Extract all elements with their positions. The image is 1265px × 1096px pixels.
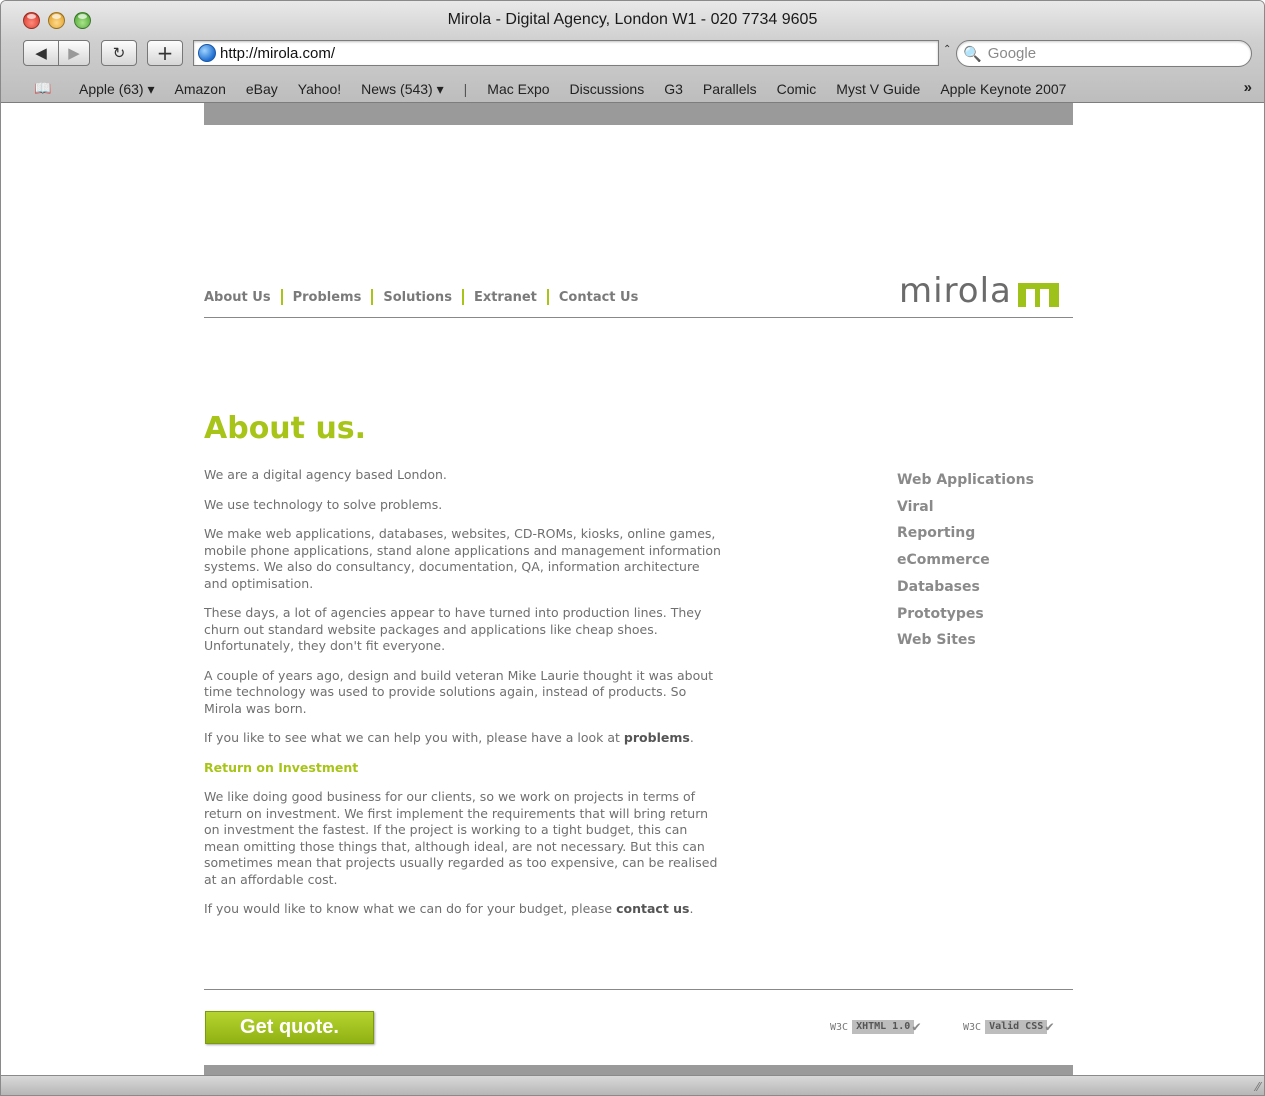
bookmark-item[interactable]: Yahoo!: [298, 81, 341, 98]
globe-icon: [198, 44, 216, 62]
title-bar: Mirola - Digital Agency, London W1 - 020…: [1, 1, 1264, 37]
services-item-web-applications[interactable]: Web Applications: [897, 467, 1034, 494]
web-page: About Us Problems Solutions Extranet Con…: [13, 103, 1264, 1075]
footer-divider: [204, 989, 1073, 990]
search-field[interactable]: 🔍 Google: [956, 40, 1252, 67]
services-item-prototypes[interactable]: Prototypes: [897, 601, 1034, 628]
problems-paragraph: If you like to see what we can help you …: [204, 730, 724, 747]
page-top-bar: [204, 103, 1073, 125]
bookmarks-book-icon[interactable]: 📖: [34, 80, 51, 97]
contact-end: .: [689, 901, 694, 916]
problems-text: If you like to see what we can help you …: [204, 730, 624, 745]
add-bookmark-button[interactable]: +: [147, 40, 183, 66]
paragraph: We make web applications, databases, web…: [204, 526, 721, 591]
contact-text: If you would like to know what we can do…: [204, 901, 617, 916]
services-item-databases[interactable]: Databases: [897, 574, 1034, 601]
forward-arrow-icon: ▶: [68, 44, 80, 62]
services-item-viral[interactable]: Viral: [897, 494, 1034, 521]
reload-icon: ↻: [112, 44, 126, 62]
paragraph: A couple of years ago, design and build …: [204, 667, 714, 716]
problems-link[interactable]: problems: [624, 730, 690, 745]
browser-window: Mirola - Digital Agency, London W1 - 020…: [0, 0, 1265, 1096]
services-menu: Web Applications Viral Reporting eCommer…: [897, 467, 1034, 654]
address-text: http://mirola.com/: [220, 44, 336, 62]
page-title: About us.: [204, 411, 367, 446]
search-placeholder: Google: [987, 45, 1037, 62]
bookmark-item[interactable]: Amazon: [175, 81, 226, 98]
logo-text: mirola: [899, 271, 1012, 311]
check-icon: ✔: [912, 1019, 921, 1035]
roi-heading: Return on Investment: [204, 759, 359, 775]
page-bottom-bar: [204, 1065, 1073, 1075]
forward-button[interactable]: ▶: [58, 40, 90, 66]
nav-separator: [546, 289, 549, 305]
resize-grip-icon[interactable]: ⁄⁄: [1256, 1080, 1260, 1094]
logo-m-icon: [1017, 283, 1059, 307]
nav-separator: [461, 289, 464, 305]
css-box: Valid CSS: [985, 1020, 1048, 1034]
main-nav: About Us Problems Solutions Extranet Con…: [204, 289, 638, 305]
bookmarks-list: Apple (63) ▾ Amazon eBay Yahoo! News (54…: [79, 81, 1086, 98]
bookmark-item[interactable]: News (543) ▾: [361, 81, 444, 98]
header-divider: [204, 317, 1073, 318]
nav-solutions[interactable]: Solutions: [383, 290, 452, 305]
bookmark-item[interactable]: G3: [664, 81, 683, 98]
nav-separator: [371, 289, 374, 305]
bookmark-item[interactable]: Myst V Guide: [836, 81, 920, 98]
window-title: Mirola - Digital Agency, London W1 - 020…: [447, 11, 818, 28]
bookmarks-bar: 📖 Apple (63) ▾ Amazon eBay Yahoo! News (…: [1, 75, 1264, 103]
w3c-css-badge[interactable]: W3C Valid CSS ✔: [963, 1019, 1054, 1035]
address-bar[interactable]: http://mirola.com/: [193, 40, 939, 66]
bookmark-item[interactable]: Mac Expo: [487, 81, 549, 98]
status-bar: ⁄⁄: [1, 1075, 1264, 1095]
search-icon: 🔍: [963, 44, 982, 63]
nav-extranet[interactable]: Extranet: [474, 290, 537, 305]
snapback-caret-icon[interactable]: ⌃: [943, 44, 951, 55]
services-item-web-sites[interactable]: Web Sites: [897, 627, 1034, 654]
check-icon: ✔: [1045, 1019, 1054, 1035]
toolbar: ◀ ▶ ↻ + http://mirola.com/ ⌃ 🔍 Google: [1, 37, 1264, 71]
problems-end: .: [689, 730, 694, 745]
roi-paragraph: We like doing good business for our clie…: [204, 789, 718, 887]
xhtml-box: XHTML 1.0: [852, 1020, 915, 1034]
bookmark-item[interactable]: Apple (63) ▾: [79, 81, 155, 98]
paragraph: We use technology to solve problems.: [204, 496, 443, 512]
nav-separator: [280, 289, 283, 305]
services-item-ecommerce[interactable]: eCommerce: [897, 547, 1034, 574]
back-button[interactable]: ◀: [23, 40, 59, 66]
back-arrow-icon: ◀: [35, 44, 47, 62]
reload-button[interactable]: ↻: [101, 40, 137, 66]
plus-icon: +: [156, 41, 174, 65]
bookmark-item[interactable]: Parallels: [703, 81, 757, 98]
bookmark-item[interactable]: Comic: [777, 81, 817, 98]
browser-chrome: Mirola - Digital Agency, London W1 - 020…: [1, 1, 1264, 103]
bookmark-item[interactable]: Apple Keynote 2007: [940, 81, 1066, 98]
w3c-xhtml-badge[interactable]: W3C XHTML 1.0 ✔: [830, 1019, 921, 1035]
paragraph: These days, a lot of agencies appear to …: [204, 605, 702, 653]
contact-paragraph: If you would like to know what we can do…: [204, 901, 724, 918]
w3c-label: W3C: [830, 1021, 849, 1033]
bookmarks-overflow-icon[interactable]: »: [1244, 79, 1252, 96]
bookmark-item[interactable]: eBay: [246, 81, 278, 98]
contact-us-link[interactable]: contact us: [616, 901, 689, 916]
get-quote-button[interactable]: Get quote.: [205, 1011, 374, 1044]
about-content: We are a digital agency based London. We…: [204, 467, 724, 931]
bookmark-separator: |: [463, 81, 468, 97]
nav-problems[interactable]: Problems: [293, 290, 362, 305]
services-item-reporting[interactable]: Reporting: [897, 520, 1034, 547]
mirola-logo[interactable]: mirola: [899, 271, 1059, 311]
w3c-label: W3C: [963, 1021, 982, 1033]
nav-contact-us[interactable]: Contact Us: [559, 290, 638, 305]
paragraph: We are a digital agency based London.: [204, 467, 447, 482]
nav-about-us[interactable]: About Us: [204, 290, 271, 305]
bookmark-item[interactable]: Discussions: [570, 81, 645, 98]
